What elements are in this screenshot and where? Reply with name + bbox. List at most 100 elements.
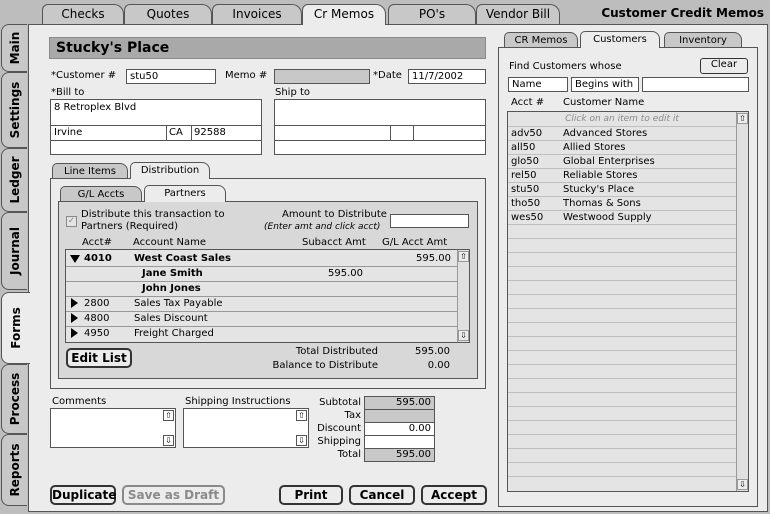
- list-item[interactable]: glo50 Global Enterprises: [508, 155, 736, 169]
- table-row[interactable]: 4950 Freight Charged: [66, 326, 469, 341]
- list-item[interactable]: adv50 Advanced Stores: [508, 127, 736, 141]
- customer-acct: rel50: [511, 170, 537, 181]
- table-row[interactable]: John Jones: [66, 281, 469, 296]
- collapsed-triangle-icon[interactable]: [71, 313, 78, 323]
- scroll-down-arrow-icon[interactable]: ⇩: [458, 330, 469, 341]
- expanded-triangle-icon[interactable]: [70, 255, 80, 263]
- tab-vendor-bill[interactable]: Vendor Bill: [476, 4, 560, 24]
- list-item[interactable]: wes50 Westwood Supply: [508, 211, 736, 225]
- tax-value: [364, 409, 435, 423]
- bill-address-line[interactable]: 8 Retroplex Blvd: [54, 102, 136, 113]
- side-tab-process[interactable]: Process: [1, 364, 27, 434]
- table-row[interactable]: 4010 West Coast Sales 595.00: [66, 251, 469, 266]
- tab-distribution[interactable]: Distribution: [130, 162, 210, 179]
- side-tab-reports[interactable]: Reports: [1, 434, 27, 506]
- list-row-divider: [508, 308, 736, 309]
- print-button[interactable]: Print: [279, 485, 343, 505]
- save-as-draft-button[interactable]: Save as Draft: [122, 485, 225, 505]
- list-scrollbar[interactable]: ⇧ ⇩: [736, 112, 748, 491]
- divider: [166, 125, 167, 140]
- list-item[interactable]: tho50 Thomas & Sons: [508, 197, 736, 211]
- collapsed-triangle-icon[interactable]: [71, 328, 78, 338]
- accept-button[interactable]: Accept: [421, 485, 487, 505]
- comments-textarea[interactable]: ⇧ ⇩: [50, 408, 176, 448]
- balance-to-distribute-label: Balance to Distribute: [272, 360, 378, 371]
- distribution-grid[interactable]: 4010 West Coast Sales 595.00 Jane Smith …: [65, 249, 470, 343]
- grid-scrollbar[interactable]: ⇧ ⇩: [457, 250, 469, 342]
- tab-inventory[interactable]: Inventory: [664, 32, 742, 48]
- bill-zip-field[interactable]: 92588: [194, 127, 226, 138]
- list-item[interactable]: rel50 Reliable Stores: [508, 169, 736, 183]
- edit-list-button[interactable]: Edit List: [66, 348, 132, 368]
- side-tab-ledger[interactable]: Ledger: [1, 148, 27, 212]
- acct-cell: 2800: [84, 298, 110, 309]
- app-title: Customer Credit Memos: [601, 6, 764, 20]
- tab-pos[interactable]: PO's: [388, 4, 476, 24]
- ship-to-box[interactable]: [274, 99, 486, 155]
- tab-partners[interactable]: Partners: [144, 185, 226, 202]
- table-row[interactable]: 2800 Sales Tax Payable: [66, 296, 469, 311]
- col-acct-header: Acct#: [82, 237, 112, 248]
- side-tab-forms[interactable]: Forms: [1, 292, 30, 364]
- side-tab-settings[interactable]: Settings: [1, 72, 27, 148]
- duplicate-button[interactable]: Duplicate: [50, 485, 116, 505]
- list-row-divider: [508, 406, 736, 407]
- tab-quotes[interactable]: Quotes: [124, 4, 212, 24]
- tab-cr-memos-list[interactable]: CR Memos: [504, 32, 578, 48]
- tab-invoices[interactable]: Invoices: [212, 4, 302, 24]
- tab-label: PO's: [418, 7, 446, 21]
- memo-label: Memo #: [225, 70, 268, 81]
- list-item[interactable]: all50 Allied Stores: [508, 141, 736, 155]
- distribute-label-2: Partners (Required): [81, 221, 179, 232]
- bill-to-box[interactable]: 8 Retroplex Blvd Irvine CA 92588: [50, 99, 262, 155]
- clear-button[interactable]: Clear: [700, 58, 748, 74]
- customer-name: Reliable Stores: [563, 170, 638, 181]
- list-row-divider: [508, 392, 736, 393]
- customer-search-input[interactable]: [642, 77, 749, 92]
- customer-acct: all50: [511, 142, 536, 153]
- list-row-divider: [508, 420, 736, 421]
- date-field[interactable]: 11/7/2002: [408, 69, 486, 84]
- acct-cell: 4950: [84, 328, 110, 339]
- discount-field[interactable]: 0.00: [364, 422, 435, 436]
- cancel-button[interactable]: Cancel: [349, 485, 415, 505]
- scroll-up-arrow-icon[interactable]: ⇧: [737, 113, 748, 124]
- tab-checks[interactable]: Checks: [42, 4, 124, 24]
- side-tab-main[interactable]: Main: [1, 24, 27, 72]
- partner-name-cell: John Jones: [142, 283, 201, 294]
- list-row-divider: [508, 364, 736, 365]
- bill-to-label: *Bill to: [51, 87, 85, 98]
- scroll-down-arrow-icon[interactable]: ⇩: [737, 479, 748, 490]
- tab-cr-memos[interactable]: Cr Memos: [302, 4, 386, 25]
- shipping-label: Shipping: [317, 436, 361, 447]
- distribute-checkbox[interactable]: ✓: [66, 216, 77, 227]
- side-tab-label: Process: [7, 372, 22, 426]
- collapsed-triangle-icon[interactable]: [71, 298, 78, 308]
- customer-number-field[interactable]: stu50: [126, 69, 216, 84]
- shipping-field[interactable]: [364, 435, 435, 449]
- scroll-up-arrow-icon[interactable]: ⇧: [163, 410, 174, 421]
- col-account-name-header: Account Name: [133, 237, 207, 248]
- customer-title-bar: Stucky's Place: [49, 37, 486, 59]
- side-tab-label: Journal: [7, 227, 22, 275]
- tab-gl-accts[interactable]: G/L Accts: [60, 186, 142, 202]
- search-field-select[interactable]: Name: [508, 77, 568, 92]
- tab-customers[interactable]: Customers: [580, 31, 660, 48]
- bill-city-field[interactable]: Irvine: [54, 127, 82, 138]
- bill-state-field[interactable]: CA: [169, 127, 183, 138]
- list-item[interactable]: stu50 Stucky's Place: [508, 183, 736, 197]
- tab-line-items[interactable]: Line Items: [52, 163, 128, 179]
- total-label: Total: [337, 449, 361, 460]
- table-row[interactable]: Jane Smith 595.00: [66, 266, 469, 281]
- shipping-instructions-label: Shipping Instructions: [185, 396, 291, 407]
- balance-to-distribute-value: 0.00: [427, 360, 450, 371]
- scroll-down-arrow-icon[interactable]: ⇩: [163, 435, 174, 446]
- amount-to-distribute-field[interactable]: [390, 214, 469, 228]
- side-tab-journal[interactable]: Journal: [1, 212, 27, 290]
- scroll-up-arrow-icon[interactable]: ⇧: [458, 251, 469, 262]
- shipping-instructions-textarea[interactable]: ⇧ ⇩: [183, 408, 309, 448]
- table-row[interactable]: 4800 Sales Discount: [66, 311, 469, 326]
- memo-number-field[interactable]: [274, 69, 370, 84]
- search-operator-select[interactable]: Begins with: [571, 77, 639, 92]
- date-label: *Date: [373, 70, 402, 81]
